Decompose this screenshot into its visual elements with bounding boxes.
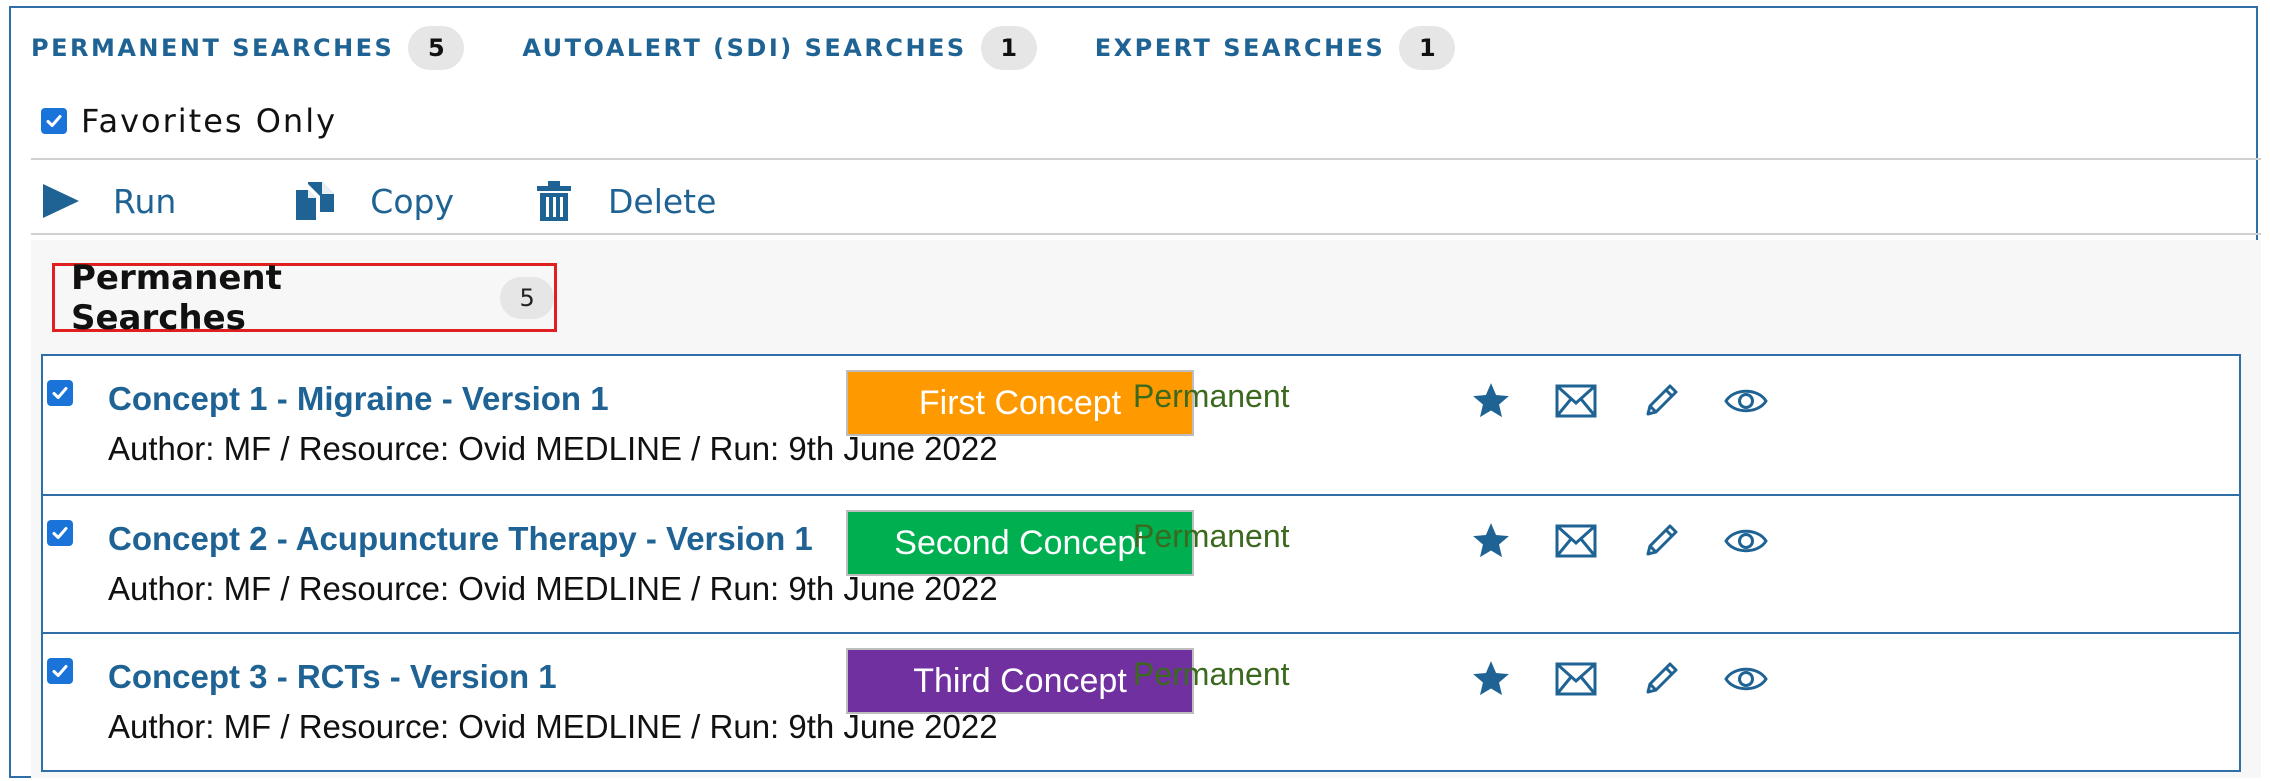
list-item: Concept 3 - RCTs - Version 1 Author: MF …: [41, 632, 2241, 772]
star-icon: [1473, 661, 1509, 696]
row-actions: [1468, 518, 1769, 564]
search-type-tabs: PERMANENT SEARCHES 5 AUTOALERT (SDI) SEA…: [31, 24, 1513, 72]
list-item: Concept 2 - Acupuncture Therapy - Versio…: [41, 494, 2241, 634]
checkmark-icon: [52, 527, 68, 539]
edit-button[interactable]: [1638, 518, 1684, 564]
search-type-label: Permanent: [1133, 656, 1290, 692]
delete-label: Delete: [608, 181, 717, 221]
list-item: Concept 1 - Migraine - Version 1 Author:…: [41, 354, 2241, 496]
tab-label: EXPERT SEARCHES: [1094, 34, 1386, 62]
row-actions: [1468, 378, 1769, 424]
checkmark-icon: [52, 665, 68, 677]
run-button[interactable]: Run: [41, 182, 176, 221]
favorites-only-filter: Favorites Only: [41, 102, 337, 140]
saved-searches-panel: PERMANENT SEARCHES 5 AUTOALERT (SDI) SEA…: [9, 6, 2261, 778]
run-label: Run: [113, 181, 177, 221]
tab-label: AUTOALERT (SDI) SEARCHES: [522, 34, 967, 62]
checkmark-icon: [52, 387, 68, 399]
copy-label: Copy: [370, 181, 454, 221]
view-button[interactable]: [1723, 378, 1769, 424]
star-icon: [1473, 523, 1509, 558]
divider: [31, 158, 2261, 160]
favorites-only-label: Favorites Only: [81, 102, 338, 140]
copy-icon: [296, 182, 335, 220]
edit-button[interactable]: [1638, 656, 1684, 702]
search-list: Concept 1 - Migraine - Version 1 Author:…: [41, 354, 2241, 772]
pencil-icon: [1646, 524, 1678, 556]
permanent-searches-section: Permanent Searches 5 Concept 1 - Migrain…: [31, 240, 2261, 778]
envelope-icon: [1555, 384, 1597, 418]
search-type-label: Permanent: [1133, 518, 1290, 554]
favorite-button[interactable]: [1468, 518, 1514, 564]
tab-count-badge: 5: [408, 26, 465, 70]
search-title-link[interactable]: Concept 1 - Migraine - Version 1: [108, 380, 609, 418]
search-type-label: Permanent: [1133, 378, 1290, 414]
pencil-icon: [1646, 384, 1678, 416]
search-title-link[interactable]: Concept 2 - Acupuncture Therapy - Versio…: [108, 520, 813, 558]
pencil-icon: [1646, 662, 1678, 694]
search-title-link[interactable]: Concept 3 - RCTs - Version 1: [108, 658, 557, 696]
envelope-icon: [1555, 662, 1597, 696]
tab-expert-searches[interactable]: EXPERT SEARCHES 1: [1095, 26, 1456, 70]
section-title: Permanent Searches: [71, 257, 282, 338]
email-button[interactable]: [1553, 518, 1599, 564]
favorite-button[interactable]: [1468, 656, 1514, 702]
copy-button[interactable]: Copy: [294, 180, 454, 222]
envelope-icon: [1555, 524, 1597, 558]
divider: [31, 233, 2261, 235]
view-button[interactable]: [1723, 656, 1769, 702]
email-button[interactable]: [1553, 378, 1599, 424]
play-icon: [43, 184, 79, 218]
tab-count-badge: 1: [980, 26, 1037, 70]
favorite-button[interactable]: [1468, 378, 1514, 424]
tab-count-badge: 1: [1399, 26, 1456, 70]
eye-icon: [1724, 529, 1768, 553]
trash-icon: [537, 181, 571, 221]
star-icon: [1473, 383, 1509, 418]
section-count-badge: 5: [500, 276, 554, 319]
tab-label: PERMANENT SEARCHES: [31, 34, 395, 62]
row-checkbox[interactable]: [47, 658, 73, 684]
checkmark-icon: [46, 115, 62, 127]
eye-icon: [1724, 667, 1768, 691]
email-button[interactable]: [1553, 656, 1599, 702]
row-actions: [1468, 656, 1769, 702]
section-header: Permanent Searches 5: [52, 258, 557, 338]
tab-permanent-searches[interactable]: PERMANENT SEARCHES 5: [31, 26, 465, 70]
row-checkbox[interactable]: [47, 380, 73, 406]
row-checkbox[interactable]: [47, 520, 73, 546]
eye-icon: [1724, 389, 1768, 413]
tab-autoalert-searches[interactable]: AUTOALERT (SDI) SEARCHES 1: [522, 26, 1037, 70]
view-button[interactable]: [1723, 518, 1769, 564]
delete-button[interactable]: Delete: [536, 180, 716, 222]
edit-button[interactable]: [1638, 378, 1684, 424]
search-toolbar: Run Copy Delete: [41, 173, 716, 229]
favorites-only-checkbox[interactable]: [41, 108, 67, 134]
